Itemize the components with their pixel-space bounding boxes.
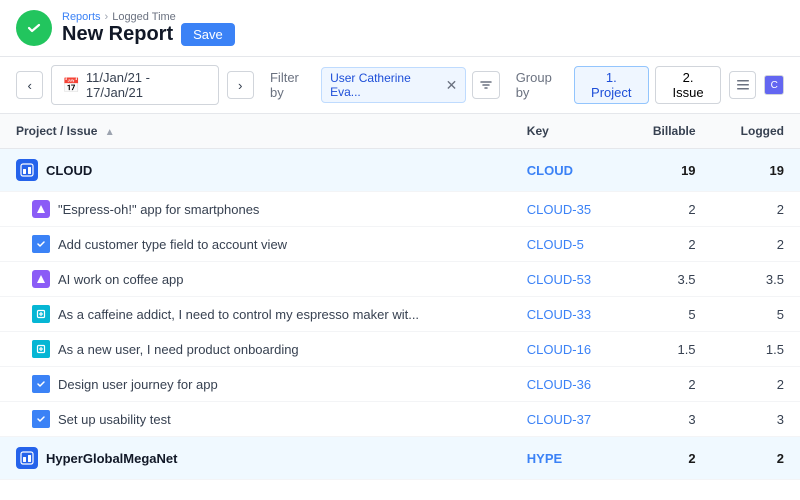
issue-key[interactable]: CLOUD-35	[527, 202, 591, 217]
issue-logged: 5	[712, 297, 800, 332]
project-billable: 19	[624, 149, 712, 192]
project-logged: 19	[712, 149, 800, 192]
table-row: As a HYPE exec, how do I get responsive …	[0, 480, 800, 485]
group-label: Group by	[516, 70, 568, 100]
filter-label: Filter by	[270, 70, 315, 100]
col-project-issue: Project / Issue ▲	[0, 114, 511, 149]
table-row: Add customer type field to account view …	[0, 227, 800, 262]
date-range-picker[interactable]: 📅 11/Jan/21 - 17/Jan/21	[51, 65, 218, 105]
breadcrumb: Reports › Logged Time	[62, 11, 235, 23]
issue-name: Add customer type field to account view	[16, 235, 495, 253]
project-billable: 2	[624, 437, 712, 480]
issue-billable: 3.5	[624, 262, 712, 297]
issue-key[interactable]: CLOUD-16	[527, 342, 591, 357]
issue-billable: 2	[624, 227, 712, 262]
issue-name: Design user journey for app	[16, 375, 495, 393]
issue-logged: 3.5	[712, 262, 800, 297]
table-row: AI work on coffee app CLOUD-53 3.5 3.5	[0, 262, 800, 297]
issue-name: AI work on coffee app	[16, 270, 495, 288]
col-logged: Logged	[712, 114, 800, 149]
table-row: Design user journey for app CLOUD-36 2 2	[0, 367, 800, 402]
header-text: Reports › Logged Time New Report Save	[62, 11, 235, 46]
project-key[interactable]: HYPE	[527, 451, 562, 466]
prev-button[interactable]: ‹	[16, 71, 43, 99]
issue-billable: 1.5	[624, 332, 712, 367]
filter-tag-text: User Catherine Eva...	[330, 71, 442, 99]
issue-logged: 2	[712, 192, 800, 227]
breadcrumb-current: Logged Time	[112, 11, 176, 23]
issue-name: As a new user, I need product onboarding	[16, 340, 495, 358]
filter-section: Filter by User Catherine Eva... ✕	[270, 67, 500, 103]
table-container: Project / Issue ▲ Key Billable Logged CL…	[0, 114, 800, 484]
table-row: As a new user, I need product onboarding…	[0, 332, 800, 367]
filter-options-button[interactable]	[472, 71, 499, 99]
table-row: "Espress-oh!" app for smartphones CLOUD-…	[0, 192, 800, 227]
issue-billable: 2	[624, 367, 712, 402]
issue-logged: 2	[712, 367, 800, 402]
project-row: CLOUD CLOUD 19 19	[0, 149, 800, 192]
issue-logged: 1.5	[712, 332, 800, 367]
project-name: CLOUD	[16, 159, 495, 181]
next-button[interactable]: ›	[227, 71, 254, 99]
cloud-app-icon[interactable]: C	[764, 75, 784, 95]
report-table: Project / Issue ▲ Key Billable Logged CL…	[0, 114, 800, 484]
issue-logged: 3	[712, 402, 800, 437]
group-project-button[interactable]: 1. Project	[574, 66, 649, 104]
header: Reports › Logged Time New Report Save	[0, 0, 800, 57]
toolbar: ‹ 📅 11/Jan/21 - 17/Jan/21 › Filter by Us…	[0, 57, 800, 114]
breadcrumb-separator: ›	[105, 11, 109, 23]
project-logged: 2	[712, 437, 800, 480]
issue-name: Set up usability test	[16, 410, 495, 428]
group-section: Group by 1. Project 2. Issue	[516, 66, 757, 104]
date-range-text: 11/Jan/21 - 17/Jan/21	[86, 70, 208, 100]
project-key[interactable]: CLOUD	[527, 163, 573, 178]
issue-billable: 5	[624, 297, 712, 332]
group-issue-button[interactable]: 2. Issue	[655, 66, 721, 104]
table-row: As a caffeine addict, I need to control …	[0, 297, 800, 332]
header-icon	[16, 10, 52, 46]
save-button[interactable]: Save	[181, 23, 235, 46]
issue-billable: 2	[624, 480, 712, 485]
filter-tag[interactable]: User Catherine Eva... ✕	[321, 67, 466, 103]
issue-billable: 3	[624, 402, 712, 437]
issue-key[interactable]: CLOUD-5	[527, 237, 584, 252]
col-billable: Billable	[624, 114, 712, 149]
issue-key[interactable]: CLOUD-33	[527, 307, 591, 322]
issue-billable: 2	[624, 192, 712, 227]
issue-key[interactable]: CLOUD-37	[527, 412, 591, 427]
issue-logged: 2	[712, 480, 800, 485]
issue-name: As a caffeine addict, I need to control …	[16, 305, 495, 323]
sort-icon: ▲	[105, 127, 115, 138]
project-name: HyperGlobalMegaNet	[16, 447, 495, 469]
more-options-button[interactable]	[729, 71, 756, 99]
col-key: Key	[511, 114, 624, 149]
report-title-text: New Report	[62, 23, 173, 46]
table-row: Set up usability test CLOUD-37 3 3	[0, 402, 800, 437]
issue-key[interactable]: CLOUD-36	[527, 377, 591, 392]
calendar-icon: 📅	[62, 77, 79, 94]
filter-tag-close-icon[interactable]: ✕	[446, 77, 458, 94]
report-title: New Report Save	[62, 23, 235, 46]
issue-name: "Espress-oh!" app for smartphones	[16, 200, 495, 218]
issue-key[interactable]: CLOUD-53	[527, 272, 591, 287]
issue-logged: 2	[712, 227, 800, 262]
breadcrumb-reports-link[interactable]: Reports	[62, 11, 101, 23]
project-row: HyperGlobalMegaNet HYPE 2 2	[0, 437, 800, 480]
